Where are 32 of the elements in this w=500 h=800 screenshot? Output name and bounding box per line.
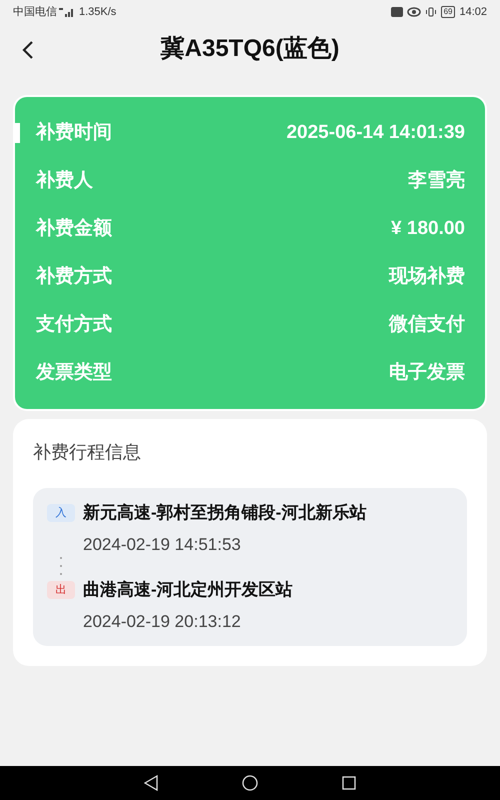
detail-value: 2025-06-14 14:01:39 [286, 120, 465, 145]
detail-value: 微信支付 [389, 312, 465, 337]
detail-value: 电子发票 [389, 360, 465, 385]
detail-label: 支付方式 [36, 312, 112, 337]
network-speed: 1.35K/s [79, 4, 116, 20]
recents-icon[interactable] [342, 776, 356, 790]
battery-indicator: 69 [440, 6, 456, 18]
stop-badge: 出 [47, 580, 75, 599]
detail-label: 补费方式 [36, 264, 112, 289]
carrier-name: 中国电信 [13, 4, 57, 20]
home-icon[interactable] [242, 775, 258, 791]
stop-badge: 入 [47, 504, 75, 522]
station-name: 曲港高速-河北定州开发区站 [83, 579, 293, 601]
station-name: 新元高速-郭村至拐角铺段-河北新乐站 [83, 502, 366, 524]
section-title: 补费行程信息 [33, 441, 142, 464]
detail-label: 发票类型 [36, 360, 112, 385]
detail-value: 李雪亮 [408, 168, 465, 193]
chevron-left-icon [21, 40, 35, 60]
detail-value: ¥ 180.00 [391, 216, 465, 241]
detail-value: 现场补费 [389, 264, 465, 289]
detail-label: 补费人 [36, 168, 93, 193]
detail-label: 补费时间 [36, 120, 112, 145]
clock-time: 14:02 [459, 4, 487, 20]
eye-icon [406, 7, 421, 17]
signal-icon [59, 7, 75, 17]
page-title: 冀A35TQ6(蓝色) [160, 34, 340, 64]
back-icon[interactable] [144, 775, 158, 791]
stop-time: 2024-02-19 14:51:53 [83, 534, 242, 556]
stop-time: 2024-02-19 20:13:12 [83, 610, 242, 632]
detail-label: 补费金额 [36, 216, 112, 241]
vibrate-icon [424, 7, 437, 17]
hd-icon [390, 7, 403, 17]
